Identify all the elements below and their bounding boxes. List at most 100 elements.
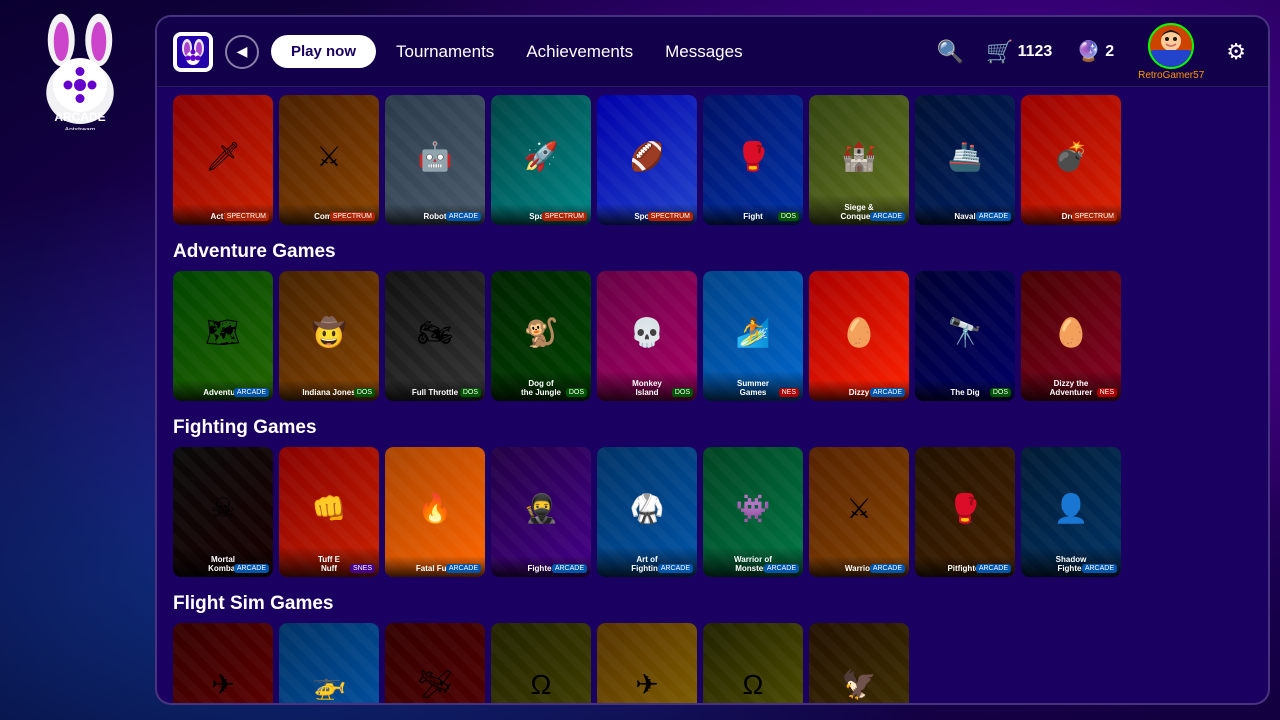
game-card-inner-a5: 💀Monkey IslandDOS bbox=[597, 271, 697, 401]
game-card-g5[interactable]: 🏈SportsSPECTRUM bbox=[597, 95, 697, 225]
game-card-s5[interactable]: ✈UnlimitedARCADE bbox=[597, 623, 697, 703]
game-icon-a1: 🗺 bbox=[205, 316, 241, 349]
back-button[interactable]: ◀ bbox=[225, 35, 259, 69]
game-card-inner-a7: 🥚DizzyARCADE bbox=[809, 271, 909, 401]
game-card-inner-a1: 🗺AdventureARCADE bbox=[173, 271, 273, 401]
game-card-inner-s1: ✈Hellfire AttackARCADE bbox=[173, 623, 273, 703]
games-grid-top-row: 🗡ActionSPECTRUM⚔CombatSPECTRUM🤖RobotARCA… bbox=[173, 95, 1252, 225]
tournaments-link[interactable]: Tournaments bbox=[384, 34, 506, 70]
game-card-g9[interactable]: 💣DropSPECTRUM bbox=[1021, 95, 1121, 225]
game-card-inner-s3: 🛩Hellfire AttackARCADE bbox=[385, 623, 485, 703]
game-card-inner-f6: 👾Warrior of MonstersARCADE bbox=[703, 447, 803, 577]
gem-icon: 🔮 bbox=[1076, 39, 1101, 64]
game-card-a5[interactable]: 💀Monkey IslandDOS bbox=[597, 271, 697, 401]
section-top-row: 🗡ActionSPECTRUM⚔CombatSPECTRUM🤖RobotARCA… bbox=[173, 95, 1252, 225]
game-card-inner-a2: 🤠Indiana JonesDOS bbox=[279, 271, 379, 401]
game-card-a6[interactable]: 🏄Summer GamesNES bbox=[703, 271, 803, 401]
game-card-a7[interactable]: 🥚DizzyARCADE bbox=[809, 271, 909, 401]
game-card-a4[interactable]: 🐒Dog of the JungleDOS bbox=[491, 271, 591, 401]
game-card-inner-f2: 👊Tuff E NuffSNES bbox=[279, 447, 379, 577]
game-badge-a3: DOS bbox=[460, 388, 481, 397]
game-card-g2[interactable]: ⚔CombatSPECTRUM bbox=[279, 95, 379, 225]
achievements-link[interactable]: Achievements bbox=[514, 34, 645, 70]
game-card-g3[interactable]: 🤖RobotARCADE bbox=[385, 95, 485, 225]
game-card-inner-g6: 🥊FightDOS bbox=[703, 95, 803, 225]
game-badge-f4: ARCADE bbox=[552, 564, 587, 573]
game-card-s2[interactable]: 🚁PlaneARCADE bbox=[279, 623, 379, 703]
game-badge-a7: ARCADE bbox=[870, 388, 905, 397]
game-icon-f9: 👤 bbox=[1054, 492, 1089, 525]
game-card-inner-f8: 🥊PitfighterARCADE bbox=[915, 447, 1015, 577]
game-icon-s5: ✈ bbox=[635, 668, 658, 701]
search-button[interactable]: 🔍 bbox=[931, 33, 970, 71]
game-card-f1[interactable]: ☠Mortal KombatARCADE bbox=[173, 447, 273, 577]
content-area[interactable]: 🗡ActionSPECTRUM⚔CombatSPECTRUM🤖RobotARCA… bbox=[157, 87, 1268, 703]
game-card-g1[interactable]: 🗡ActionSPECTRUM bbox=[173, 95, 273, 225]
game-card-g8[interactable]: 🚢NavalARCADE bbox=[915, 95, 1015, 225]
game-card-f9[interactable]: 👤Shadow FighterARCADE bbox=[1021, 447, 1121, 577]
game-card-a8[interactable]: 🔭The DigDOS bbox=[915, 271, 1015, 401]
game-card-inner-f7: ⚔WarriorARCADE bbox=[809, 447, 909, 577]
cart-icon: 🛒 bbox=[986, 39, 1013, 65]
game-card-s6[interactable]: ΩOmega RunARCADE bbox=[703, 623, 803, 703]
cart-area[interactable]: 🛒 1123 bbox=[986, 39, 1052, 65]
game-badge-g7: ARCADE bbox=[870, 212, 905, 221]
game-badge-a8: DOS bbox=[990, 388, 1011, 397]
game-card-f6[interactable]: 👾Warrior of MonstersARCADE bbox=[703, 447, 803, 577]
game-card-g7[interactable]: 🏰Siege & ConquestARCADE bbox=[809, 95, 909, 225]
game-icon-f1: ☠ bbox=[210, 492, 235, 525]
game-icon-f6: 👾 bbox=[736, 492, 771, 525]
game-card-a1[interactable]: 🗺AdventureARCADE bbox=[173, 271, 273, 401]
game-card-f2[interactable]: 👊Tuff E NuffSNES bbox=[279, 447, 379, 577]
game-icon-a8: 🔭 bbox=[948, 316, 983, 349]
game-card-g6[interactable]: 🥊FightDOS bbox=[703, 95, 803, 225]
game-card-s3[interactable]: 🛩Hellfire AttackARCADE bbox=[385, 623, 485, 703]
games-grid-adventure: 🗺AdventureARCADE🤠Indiana JonesDOS🏍Full T… bbox=[173, 271, 1252, 401]
game-badge-a1: ARCADE bbox=[234, 388, 269, 397]
game-badge-g1: SPECTRUM bbox=[224, 212, 269, 221]
antstream-logo: ARCADE Antstream bbox=[20, 10, 140, 130]
games-grid-flightsim: ✈Hellfire AttackARCADE🚁PlaneARCADE🛩Hellf… bbox=[173, 623, 1252, 703]
game-card-f5[interactable]: 🥋Art of FightingARCADE bbox=[597, 447, 697, 577]
game-icon-f5: 🥋 bbox=[630, 492, 665, 525]
game-card-s7[interactable]: 🦅OperationARCADE bbox=[809, 623, 909, 703]
section-label-adventure: Adventure Games bbox=[173, 241, 1252, 263]
settings-button[interactable]: ⚙ bbox=[1220, 33, 1252, 71]
game-card-inner-a6: 🏄Summer GamesNES bbox=[703, 271, 803, 401]
game-card-inner-s4: ΩOmega RunARCADE bbox=[491, 623, 591, 703]
game-card-s4[interactable]: ΩOmega RunARCADE bbox=[491, 623, 591, 703]
game-icon-g8: 🚢 bbox=[948, 140, 983, 173]
game-card-f7[interactable]: ⚔WarriorARCADE bbox=[809, 447, 909, 577]
game-card-f3[interactable]: 🔥Fatal FuryARCADE bbox=[385, 447, 485, 577]
game-badge-g9: SPECTRUM bbox=[1072, 212, 1117, 221]
cart-count: 1123 bbox=[1018, 43, 1053, 61]
game-card-g4[interactable]: 🚀SpaceSPECTRUM bbox=[491, 95, 591, 225]
game-card-inner-a3: 🏍Full ThrottleDOS bbox=[385, 271, 485, 401]
game-icon-a4: 🐒 bbox=[524, 316, 559, 349]
gem-count: 2 bbox=[1105, 43, 1114, 61]
avatar-name: RetroGamer57 bbox=[1138, 70, 1204, 81]
game-icon-f3: 🔥 bbox=[418, 492, 453, 525]
game-card-a3[interactable]: 🏍Full ThrottleDOS bbox=[385, 271, 485, 401]
game-card-inner-f4: 🥷FighterARCADE bbox=[491, 447, 591, 577]
game-badge-g5: SPECTRUM bbox=[648, 212, 693, 221]
game-icon-s1: ✈ bbox=[211, 668, 234, 701]
game-card-a9[interactable]: 🥚Dizzy the AdventurerNES bbox=[1021, 271, 1121, 401]
game-card-inner-g8: 🚢NavalARCADE bbox=[915, 95, 1015, 225]
messages-link[interactable]: Messages bbox=[653, 34, 754, 70]
nav-bar: ◀ Play now Tournaments Achievements Mess… bbox=[157, 17, 1268, 87]
play-now-button[interactable]: Play now bbox=[271, 35, 376, 68]
game-icon-a3: 🏍 bbox=[417, 316, 453, 349]
game-card-a2[interactable]: 🤠Indiana JonesDOS bbox=[279, 271, 379, 401]
game-badge-f2: SNES bbox=[350, 564, 375, 573]
game-card-f8[interactable]: 🥊PitfighterARCADE bbox=[915, 447, 1015, 577]
gem-area: 🔮 2 bbox=[1076, 39, 1114, 64]
game-badge-a9: NES bbox=[1097, 388, 1117, 397]
avatar-area[interactable]: RetroGamer57 bbox=[1138, 23, 1204, 81]
game-card-s1[interactable]: ✈Hellfire AttackARCADE bbox=[173, 623, 273, 703]
section-label-flightsim: Flight Sim Games bbox=[173, 593, 1252, 615]
game-badge-f5: ARCADE bbox=[658, 564, 693, 573]
game-icon-s6: Ω bbox=[743, 669, 764, 701]
game-card-f4[interactable]: 🥷FighterARCADE bbox=[491, 447, 591, 577]
nav-logo bbox=[173, 32, 213, 72]
